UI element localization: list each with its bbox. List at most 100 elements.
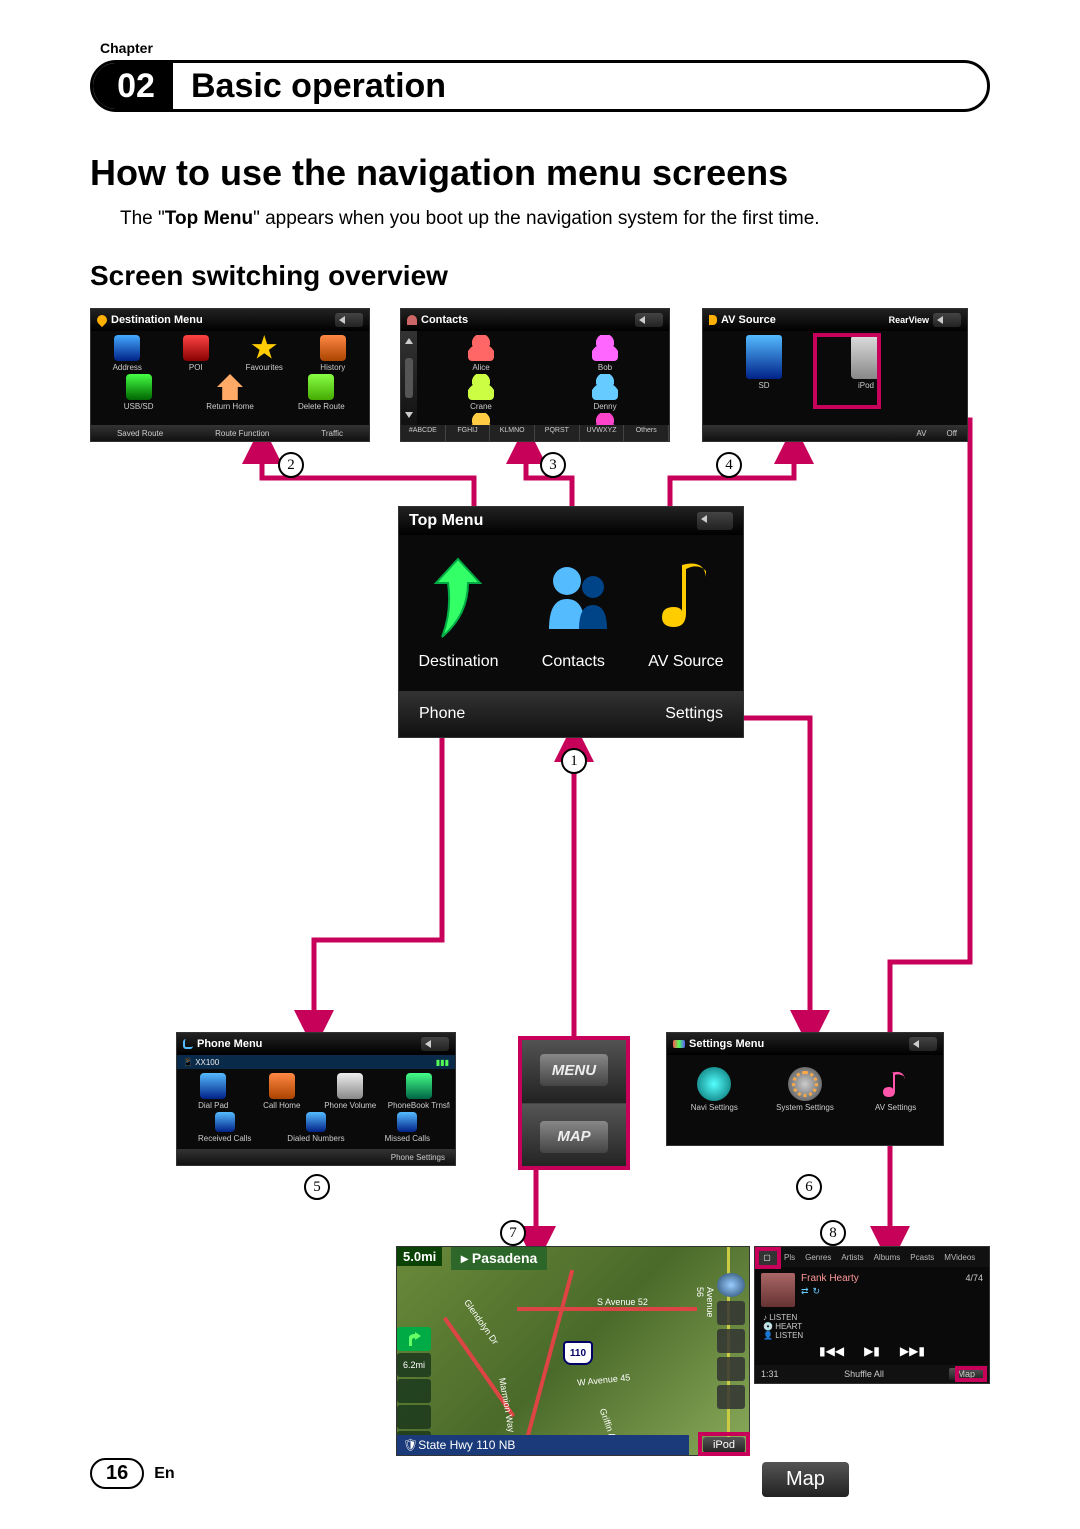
contacts-icon — [407, 315, 417, 325]
slider-icon — [673, 1040, 685, 1048]
settings-av[interactable]: AV Settings — [854, 1067, 938, 1112]
settings-grid: Navi Settings System Settings AV Setting… — [667, 1055, 943, 1118]
settings-system[interactable]: System Settings — [763, 1067, 847, 1112]
chapter-title: Basic operation — [191, 67, 446, 106]
avp-tab-albums[interactable]: Albums — [869, 1247, 906, 1267]
contacts-scrollbar[interactable] — [401, 331, 417, 425]
subheading: Screen switching overview — [90, 260, 990, 292]
back-button[interactable] — [697, 512, 733, 530]
map-statusbar: 🛡 State Hwy 110 NB — [397, 1435, 689, 1455]
map-ipod-chip[interactable]: iPod — [703, 1437, 745, 1453]
phone-bottombar: Phone Settings — [177, 1149, 455, 1165]
map-btn[interactable] — [397, 1379, 431, 1403]
phone-icon — [183, 1039, 193, 1049]
lbl: AV Settings — [854, 1103, 938, 1112]
phone-received[interactable]: Received Calls — [181, 1112, 269, 1143]
dest-item-address[interactable]: Address — [96, 335, 158, 372]
avp-tab-artists[interactable]: Artists — [836, 1247, 868, 1267]
avp-tab-genres[interactable]: Genres — [800, 1247, 836, 1267]
avp-shuffle[interactable]: Shuffle All — [844, 1369, 884, 1379]
phone-dialpad[interactable]: Dial Pad — [182, 1073, 244, 1110]
map-body[interactable]: 5.0mi ▸ Pasadena 110 S Avenue 52 W Avenu… — [397, 1247, 749, 1455]
settings-menu-screen: Settings Menu Navi Settings System Setti… — [666, 1032, 944, 1146]
destination-title: Destination Menu — [111, 314, 203, 326]
contact-alice[interactable]: Alice — [439, 335, 523, 372]
contact-crane[interactable]: Crane — [439, 374, 523, 411]
bb-saved[interactable]: Saved Route — [117, 429, 163, 438]
menu-button[interactable]: MENU — [519, 1037, 629, 1103]
contacts-people-icon — [537, 555, 609, 645]
tab-abcde[interactable]: #ABCDE — [401, 425, 446, 441]
dest-item-poi[interactable]: POI — [165, 335, 227, 372]
zoom-out-button[interactable] — [717, 1329, 745, 1353]
dest-item-deleteroute[interactable]: Delete Route — [290, 374, 352, 411]
avsource-sd[interactable]: SD — [733, 335, 795, 390]
off-btn[interactable]: Off — [946, 429, 957, 438]
lbl: Dialed Numbers — [272, 1134, 360, 1143]
phone-pbtransfer[interactable]: PhoneBook Trnsfr — [388, 1073, 450, 1110]
list-button[interactable] — [717, 1357, 745, 1381]
map-screen: 5.0mi ▸ Pasadena 110 S Avenue 52 W Avenu… — [396, 1246, 750, 1456]
topmenu-contacts[interactable]: Contacts — [537, 555, 609, 671]
avsource-bottombar: AV Off — [703, 425, 967, 441]
phone-callhome[interactable]: Call Home — [251, 1073, 313, 1110]
avp-tab-pls[interactable]: Pls — [779, 1247, 800, 1267]
avp-tab-ipod[interactable]: ▢ — [755, 1247, 779, 1267]
dest-item-history[interactable]: History — [302, 335, 364, 372]
back-button[interactable] — [335, 313, 363, 327]
tab-pqrst[interactable]: PQRST — [535, 425, 580, 441]
destination-titlebar: Destination Menu — [91, 309, 369, 331]
lbl: Nancy — [439, 441, 523, 442]
avp-map-button[interactable]: Map — [949, 1368, 983, 1380]
chapter-label: Chapter — [100, 40, 990, 56]
avp-tab-pcasts[interactable]: Pcasts — [905, 1247, 939, 1267]
lbl: Alice — [439, 363, 523, 372]
topmenu-avsource[interactable]: AV Source — [648, 555, 723, 671]
compass-button[interactable] — [717, 1273, 745, 1297]
phone-missed[interactable]: Missed Calls — [363, 1112, 451, 1143]
map-button[interactable]: MAP — [519, 1103, 629, 1169]
zoom-in-button[interactable] — [717, 1301, 745, 1325]
back-button[interactable] — [635, 313, 663, 327]
back-button[interactable] — [909, 1037, 937, 1051]
back-button[interactable] — [933, 313, 961, 327]
tab-fghij[interactable]: FGHIJ — [446, 425, 491, 441]
lbl: AV Source — [648, 653, 723, 671]
bb-traffic[interactable]: Traffic — [321, 429, 343, 438]
lbl: Contacts — [537, 653, 609, 671]
tab-uvwxyz[interactable]: UVWXYZ — [580, 425, 625, 441]
settings-navi[interactable]: Navi Settings — [672, 1067, 756, 1112]
topmenu-phone[interactable]: Phone — [419, 705, 465, 723]
prev-button[interactable]: ▮◀◀ — [819, 1344, 844, 1358]
map-btn[interactable] — [397, 1405, 431, 1429]
dest-item-returnhome[interactable]: Return Home — [199, 374, 261, 411]
destination-menu-screen: Destination Menu Address POI Favourites … — [90, 308, 370, 442]
back-button[interactable] — [421, 1037, 449, 1051]
tab-others[interactable]: Others — [624, 425, 669, 441]
lbl: POI — [165, 363, 227, 372]
options-button[interactable] — [717, 1385, 745, 1409]
street-label: Avenue 56 — [695, 1287, 715, 1321]
phone-settings-btn[interactable]: Phone Settings — [391, 1153, 445, 1162]
topmenu-destination[interactable]: Destination — [418, 555, 498, 671]
rearview-button[interactable]: RearView — [889, 315, 929, 325]
dest-item-favourites[interactable]: Favourites — [233, 335, 295, 372]
tab-klmno[interactable]: KLMNO — [490, 425, 535, 441]
bb-routefn[interactable]: Route Function — [215, 429, 269, 438]
av-btn[interactable]: AV — [916, 429, 926, 438]
album-art — [761, 1273, 795, 1307]
avp-tab-mvideos[interactable]: MVideos — [939, 1247, 980, 1267]
lbl: USB/SD — [108, 402, 170, 411]
dest-item-usbsd[interactable]: USB/SD — [108, 374, 170, 411]
avsource-ipod[interactable]: iPod — [835, 335, 897, 390]
contact-denny[interactable]: Denny — [563, 374, 647, 411]
phone-volume[interactable]: Phone Volume — [319, 1073, 381, 1110]
topmenu-titlebar: Top Menu — [399, 507, 743, 535]
next-button[interactable]: ▶▶▮ — [900, 1344, 925, 1358]
map-label: MAP — [540, 1121, 608, 1153]
phone-dialed[interactable]: Dialed Numbers — [272, 1112, 360, 1143]
phone-titlebar: Phone Menu — [177, 1033, 455, 1055]
play-button[interactable]: ▶▮ — [864, 1344, 880, 1358]
topmenu-settings[interactable]: Settings — [665, 705, 723, 723]
contact-bob[interactable]: Bob — [563, 335, 647, 372]
